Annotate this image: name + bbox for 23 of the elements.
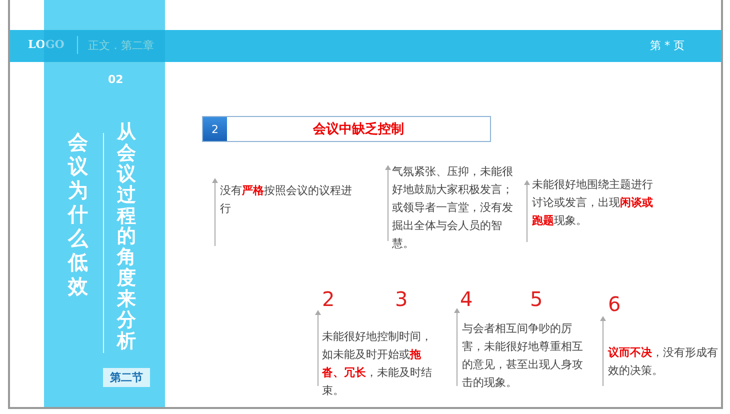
- item-number: 2: [322, 287, 335, 311]
- section-badge: 第二节: [103, 368, 150, 387]
- point-text: 气氛紧张、压抑，未能很好地鼓励大家积极发言；或领导者一言堂，没有发掘出全体与会人员的智慧。: [392, 164, 514, 252]
- point-text: 议而不决，没有形成有效的决策。: [608, 345, 719, 379]
- point-text: 未能很好地控制时间，如未能及时开始或拖沓、冗长，未能及时结束。: [322, 329, 433, 399]
- point-text: 与会者相互间争吵的厉害，未能很好地尊重相互的意见，甚至出现人身攻击的现象。: [462, 321, 584, 391]
- up-arrow: [212, 178, 218, 246]
- point-text: 没有严格按照会议的议程进行: [220, 183, 353, 217]
- up-arrow: [524, 180, 530, 242]
- vertical-subtitle: 从会议过程的角度来分析: [117, 122, 136, 352]
- item-number: 6: [608, 292, 621, 316]
- section-number: 02: [108, 73, 124, 86]
- page-number: 第 * 页: [650, 38, 684, 53]
- vertical-title: 会议为什么低效: [68, 130, 88, 298]
- item-number: 3: [395, 287, 408, 311]
- item-number: 5: [530, 287, 543, 311]
- up-arrow: [600, 316, 606, 386]
- heading-title: 会议中缺乏控制: [312, 120, 405, 138]
- heading-number: 2: [203, 117, 227, 141]
- item-number: 4: [460, 287, 473, 311]
- chapter-label: 正文．第二章: [88, 38, 154, 53]
- point-text: 未能很好地围绕主题进行讨论或发言，出现闲谈或跑题现象。: [532, 177, 654, 229]
- logo-text: LOGO: [28, 38, 64, 51]
